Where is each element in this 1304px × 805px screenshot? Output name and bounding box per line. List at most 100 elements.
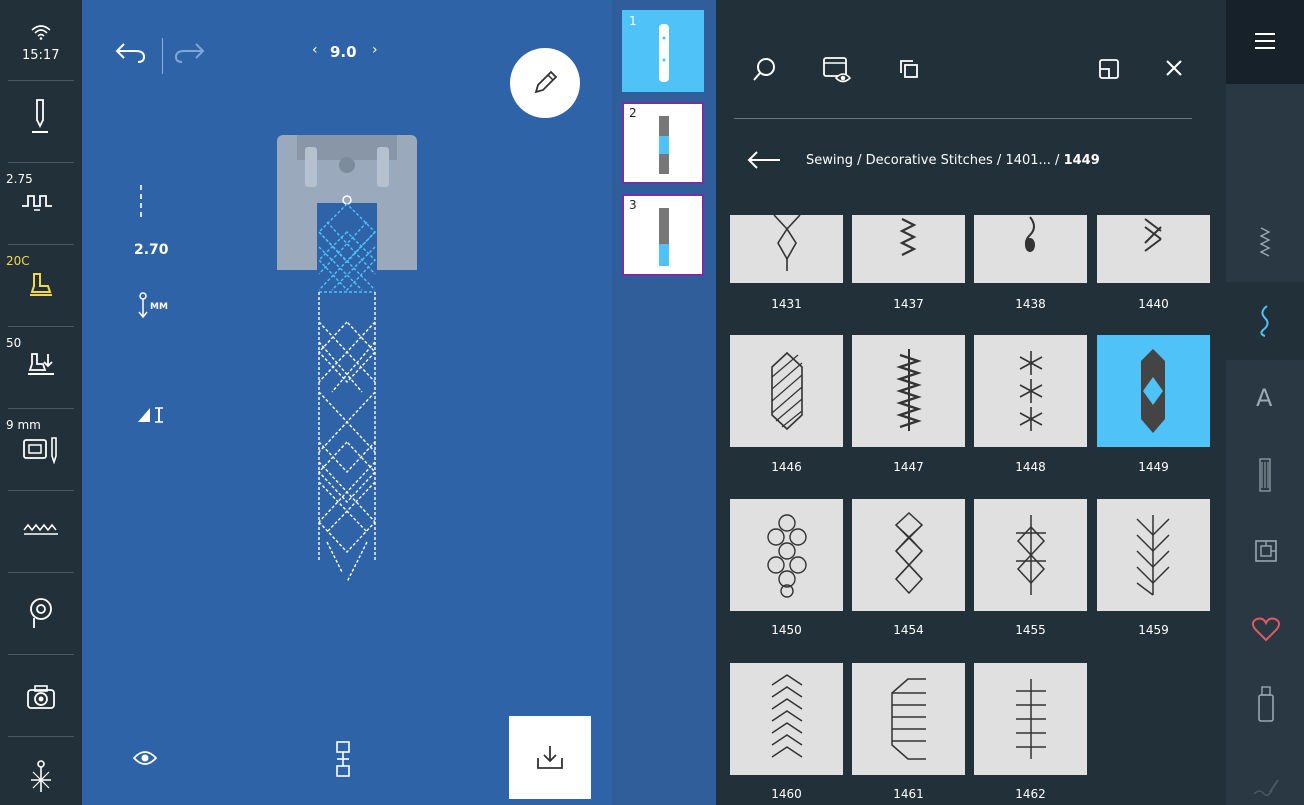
combination-icon[interactable] <box>332 740 354 778</box>
thumbnail-3[interactable]: 3 <box>622 194 704 276</box>
stitch-1446-icon <box>771 351 803 431</box>
thumbnail-1[interactable]: 1 <box>622 10 704 92</box>
category-sidebar: A <box>1226 0 1304 805</box>
stitch-canvas: ‹ 9.0 › 2.70 MM <box>82 0 612 805</box>
foot-pressure-icon[interactable] <box>26 352 56 378</box>
stitch-tile-1450[interactable] <box>730 499 843 611</box>
width-increase-icon[interactable]: › <box>372 42 378 58</box>
back-arrow-icon[interactable] <box>746 150 782 170</box>
stitch-label: 1438 <box>1015 297 1046 311</box>
stitch-1447-icon <box>896 349 922 431</box>
stitch-grid: 1431 1437 1438 1440 1446 1447 1448 1449 <box>716 215 1226 805</box>
stitch-1460-icon <box>771 674 803 758</box>
balance-icon[interactable] <box>136 404 166 424</box>
needle-icon[interactable] <box>30 96 50 136</box>
stitch-label: 1459 <box>1138 623 1169 637</box>
needle-plate-label: 9 mm <box>6 418 41 432</box>
stitch-regulator-icon[interactable] <box>20 190 60 214</box>
breadcrumb: Sewing / Decorative Stitches / 1401... /… <box>806 153 1100 168</box>
stitch-1431-icon <box>773 215 801 271</box>
header-divider <box>734 118 1192 119</box>
stitch-label: 1460 <box>771 787 802 801</box>
stitch-length-indicator-icon <box>138 185 144 221</box>
stitch-tile-1461[interactable] <box>852 663 965 775</box>
status-sidebar: 15:17 2.75 20C 50 9 mm <box>0 0 82 805</box>
stitch-tile-1448[interactable] <box>974 335 1087 447</box>
width-decrease-icon[interactable]: ‹ <box>312 42 318 58</box>
light-icon[interactable] <box>28 758 54 794</box>
stitch-tile-1440[interactable] <box>1097 215 1210 283</box>
stitch-tile-1437[interactable] <box>852 215 965 283</box>
measure-icon[interactable] <box>136 292 150 320</box>
stitch-label: 1454 <box>893 623 924 637</box>
stitch-label: 1440 <box>1138 297 1169 311</box>
undo-redo-divider <box>162 38 163 74</box>
thumbnail-number: 1 <box>629 14 637 28</box>
decorative-stitches-tab[interactable] <box>1226 282 1304 360</box>
resize-window-icon[interactable] <box>1098 58 1120 80</box>
length-unit: MM <box>150 302 168 312</box>
thumbnail-number: 3 <box>629 198 637 212</box>
preview-window-icon[interactable] <box>822 56 854 84</box>
stitch-tile-1455[interactable] <box>974 499 1087 611</box>
bobbin-icon[interactable] <box>28 596 54 632</box>
eye-icon[interactable] <box>132 748 158 768</box>
copy-icon[interactable] <box>898 58 920 80</box>
pencil-icon <box>532 70 558 96</box>
combination-thumbnails: 1 2 3 <box>612 0 716 805</box>
close-icon[interactable] <box>1164 58 1184 78</box>
clock: 15:17 <box>22 48 60 63</box>
stitch-label: 1446 <box>771 460 802 474</box>
buttonholes-icon[interactable] <box>1259 458 1271 492</box>
stitch-tile-1449[interactable] <box>1097 335 1210 447</box>
stitch-1461-icon <box>891 678 926 760</box>
stitch-thumb-icon <box>659 116 669 174</box>
stitch-1455-icon <box>1016 515 1046 595</box>
thumbnail-2[interactable]: 2 <box>622 102 704 184</box>
stitch-1450-icon <box>767 514 807 598</box>
stitch-1440-icon <box>1144 218 1162 252</box>
foot-pressure-value: 50 <box>6 336 22 350</box>
stitch-1459-icon <box>1136 515 1170 596</box>
camera-icon[interactable] <box>26 684 56 710</box>
presser-foot-icon[interactable] <box>26 272 56 298</box>
stitch-pattern-preview <box>307 192 387 592</box>
stitch-1448-icon <box>1019 351 1043 431</box>
undo-icon[interactable] <box>114 40 146 64</box>
stitch-label: 1449 <box>1138 460 1169 474</box>
stitch-1454-icon <box>894 511 924 595</box>
wifi-icon <box>30 24 52 40</box>
stitch-1462-icon <box>1016 679 1046 759</box>
usb-memory-icon[interactable] <box>1258 686 1274 722</box>
stitch-tile-1459[interactable] <box>1097 499 1210 611</box>
stitch-label: 1455 <box>1015 623 1046 637</box>
stitch-tile-1454[interactable] <box>852 499 965 611</box>
stitch-tile-1438[interactable] <box>974 215 1087 283</box>
stitch-tile-1431[interactable] <box>730 215 843 283</box>
heart-favorites-icon[interactable] <box>1252 616 1280 642</box>
stitch-tile-1460[interactable] <box>730 663 843 775</box>
feed-dog-icon[interactable] <box>22 522 60 536</box>
import-button[interactable] <box>509 716 591 799</box>
stitch-tile-1446[interactable] <box>730 335 843 447</box>
alphabets-icon[interactable]: A <box>1256 384 1272 412</box>
pattern-width-value: 9.0 <box>330 43 357 61</box>
utility-stitches-icon[interactable] <box>1258 226 1272 260</box>
quilt-stitches-icon[interactable] <box>1255 540 1277 562</box>
stitch-label: 1431 <box>771 297 802 311</box>
download-icon <box>536 744 564 770</box>
search-icon[interactable] <box>752 56 778 82</box>
personal-program-icon[interactable] <box>1252 774 1280 798</box>
stitch-label: 1461 <box>893 787 924 801</box>
edit-button[interactable] <box>510 48 580 118</box>
stitch-tile-1447[interactable] <box>852 335 965 447</box>
breadcrumb-path[interactable]: Sewing / Decorative Stitches / 1401... / <box>806 153 1064 168</box>
stitch-label: 1437 <box>893 297 924 311</box>
needle-plate-icon[interactable] <box>22 436 62 464</box>
stitch-thumb-icon <box>659 208 669 266</box>
stitch-tile-1462[interactable] <box>974 663 1087 775</box>
hamburger-menu-icon <box>1254 32 1276 50</box>
redo-icon[interactable] <box>174 40 206 64</box>
menu-button[interactable] <box>1226 0 1304 84</box>
stitch-selection-panel: Sewing / Decorative Stitches / 1401... /… <box>716 0 1226 805</box>
